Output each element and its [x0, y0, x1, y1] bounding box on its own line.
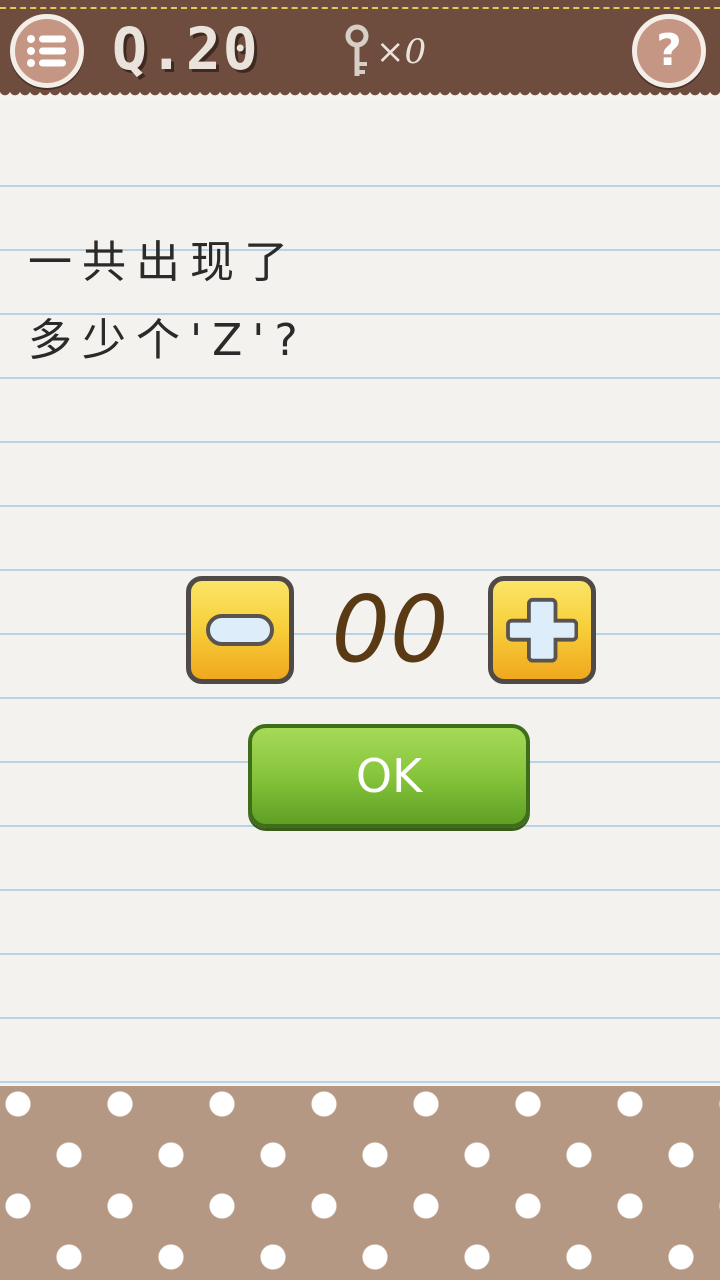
plus-icon: [506, 597, 578, 663]
polka-dot-footer: [0, 1086, 720, 1280]
count-display: 00: [331, 576, 449, 683]
ok-button[interactable]: OK: [248, 724, 530, 828]
question-mark-icon: ?: [656, 25, 682, 76]
menu-button[interactable]: [10, 14, 84, 88]
question-line-1: 一共出现了: [28, 237, 298, 288]
minus-icon: [206, 614, 274, 646]
list-menu-icon: [27, 35, 66, 67]
question-number: Q.20: [112, 15, 260, 83]
top-bar: Q.20 ×0 ?: [0, 0, 720, 100]
decrement-button[interactable]: [186, 576, 294, 684]
key-icon: [345, 24, 369, 76]
key-count: ×0: [376, 32, 427, 72]
increment-button[interactable]: [488, 576, 596, 684]
help-button[interactable]: ?: [632, 14, 706, 88]
question-line-2: 多少个'Z'?: [28, 315, 308, 366]
key-counter: ×0: [342, 22, 426, 82]
question-text: 一共出现了 多少个'Z'?: [28, 224, 588, 380]
